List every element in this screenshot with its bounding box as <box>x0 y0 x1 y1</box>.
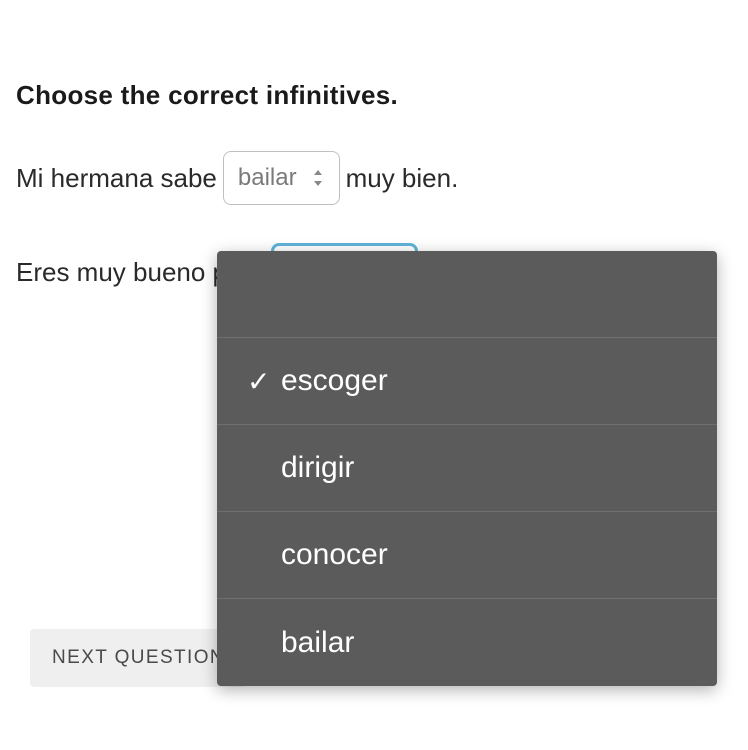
next-question-button[interactable]: NEXT QUESTION <box>30 629 247 687</box>
dropdown-option-bailar[interactable]: bailar <box>217 599 717 686</box>
instruction-heading: Choose the correct infinitives. <box>16 80 732 111</box>
chevron-sort-icon <box>311 169 325 187</box>
dropdown-option-conocer[interactable]: conocer <box>217 512 717 599</box>
sentence-1-before: Mi hermana sabe <box>16 159 217 198</box>
dropdown-option-escoger[interactable]: ✓ escoger <box>217 338 717 425</box>
dropdown-option-label: escoger <box>281 364 388 398</box>
dropdown-option-dirigir[interactable]: dirigir <box>217 425 717 512</box>
check-icon: ✓ <box>247 365 281 398</box>
dropdown-blank-option[interactable] <box>217 251 717 338</box>
select-sentence-1-value: bailar <box>238 160 297 196</box>
sentence-1: Mi hermana sabe bailar muy bien. <box>16 151 732 205</box>
dropdown-option-label: bailar <box>281 626 354 660</box>
dropdown-option-label: dirigir <box>281 451 354 485</box>
dropdown-option-label: conocer <box>281 538 388 572</box>
dropdown-menu: ✓ escoger dirigir conocer bailar <box>217 251 717 686</box>
select-sentence-1[interactable]: bailar <box>223 151 340 205</box>
sentence-1-after: muy bien. <box>346 159 459 198</box>
